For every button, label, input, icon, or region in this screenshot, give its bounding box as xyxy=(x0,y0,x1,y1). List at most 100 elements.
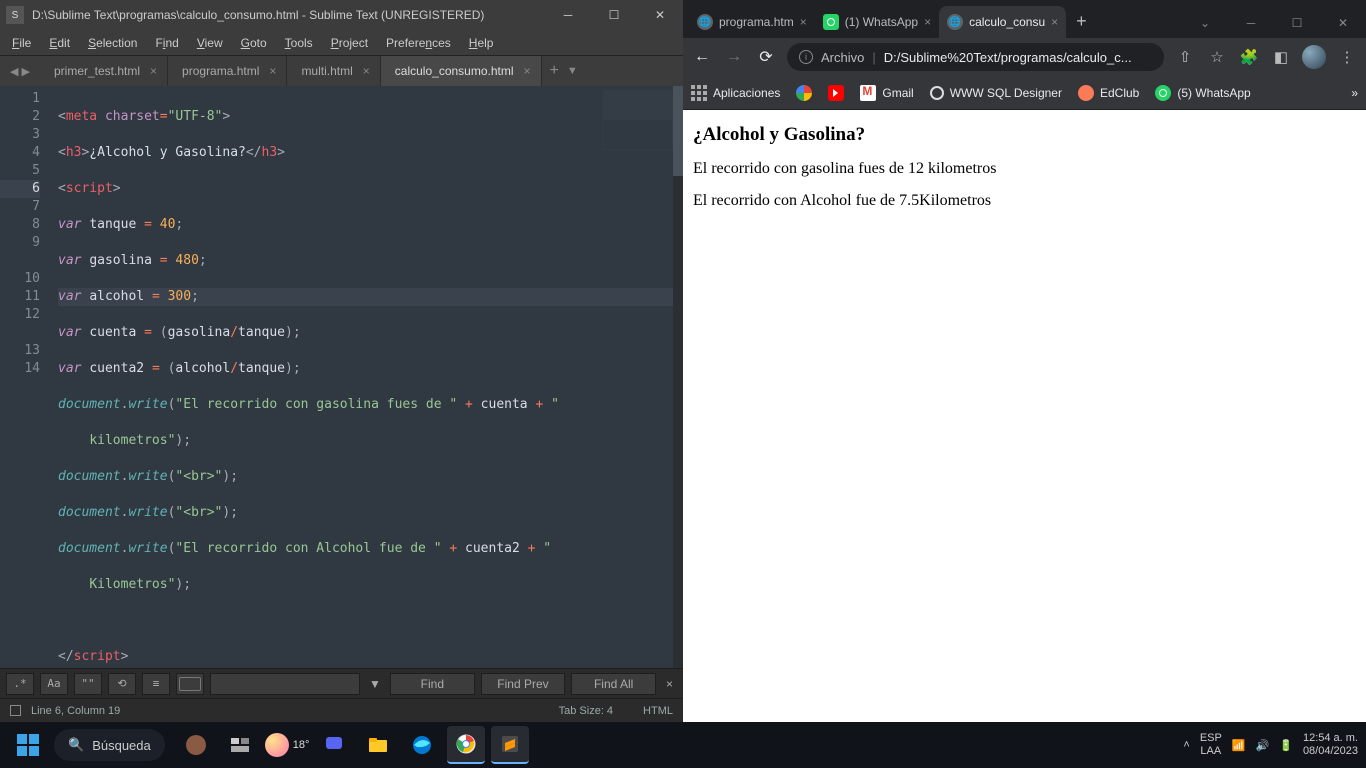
find-input[interactable] xyxy=(210,673,360,695)
bookmark-apps[interactable]: Aplicaciones xyxy=(691,85,780,101)
taskbar-file-explorer[interactable] xyxy=(359,726,397,764)
tab-dropdown-icon[interactable]: ▼ xyxy=(567,65,578,77)
bookmark-google[interactable] xyxy=(796,85,812,101)
extensions-icon[interactable]: 🧩 xyxy=(1238,48,1260,66)
find-regex-toggle[interactable]: .* xyxy=(6,673,34,695)
close-button[interactable]: ✕ xyxy=(637,0,683,30)
tab-close-icon[interactable]: × xyxy=(150,64,157,78)
menu-icon[interactable]: ⋮ xyxy=(1336,48,1358,66)
browser-tab-whatsapp[interactable]: (1) WhatsApp× xyxy=(815,6,939,38)
code-area[interactable]: <meta charset="UTF-8"> <h3>¿Alcohol y Ga… xyxy=(50,86,683,668)
find-history-dropdown[interactable]: ▼ xyxy=(366,677,384,691)
chevron-down-icon[interactable]: ⌄ xyxy=(1182,8,1228,38)
menu-preferences[interactable]: Preferences xyxy=(378,33,459,53)
find-all-button[interactable]: Find All xyxy=(571,673,656,695)
find-case-toggle[interactable]: Aa xyxy=(40,673,68,695)
wifi-icon[interactable]: 📶 xyxy=(1232,739,1246,752)
find-prev-button[interactable]: Find Prev xyxy=(481,673,566,695)
sublime-window: S D:\Sublime Text\programas\calculo_cons… xyxy=(0,0,683,722)
apps-grid-icon xyxy=(691,85,707,101)
chrome-titlebar[interactable]: 🌐programa.htm× (1) WhatsApp× 🌐calculo_co… xyxy=(683,0,1366,38)
maximize-button[interactable]: ☐ xyxy=(1274,8,1320,38)
tab-primer-test[interactable]: primer_test.html× xyxy=(40,56,168,86)
back-button[interactable]: ← xyxy=(691,48,713,66)
bookmark-edclub[interactable]: EdClub xyxy=(1078,85,1139,101)
menu-edit[interactable]: Edit xyxy=(41,33,78,53)
side-panel-icon[interactable]: ◧ xyxy=(1270,48,1292,66)
tab-programa[interactable]: programa.html× xyxy=(168,56,287,86)
minimize-button[interactable]: ─ xyxy=(545,0,591,30)
menu-file[interactable]: File xyxy=(4,33,39,53)
find-selection-toggle[interactable]: ≡ xyxy=(142,673,170,695)
new-tab-button[interactable]: + xyxy=(550,62,559,80)
gmail-icon xyxy=(860,85,876,101)
share-icon[interactable]: ⇧ xyxy=(1174,48,1196,66)
find-wrap-toggle[interactable]: ⟲ xyxy=(108,673,136,695)
taskbar-chat[interactable] xyxy=(315,726,353,764)
taskbar-search[interactable]: 🔍Búsqueda xyxy=(54,729,165,761)
tab-calculo-consumo[interactable]: calculo_consumo.html× xyxy=(381,56,542,86)
language-indicator[interactable]: ESPLAA xyxy=(1200,732,1222,758)
browser-tab-calculo[interactable]: 🌐calculo_consu× xyxy=(939,6,1066,38)
weather-widget[interactable]: 18° xyxy=(265,733,310,757)
address-bar[interactable]: i Archivo | D:/Sublime%20Text/programas/… xyxy=(787,43,1164,71)
page-line-1: El recorrido con gasolina fues de 12 kil… xyxy=(693,160,1356,178)
taskbar-edge[interactable] xyxy=(403,726,441,764)
tab-close-icon[interactable]: × xyxy=(924,15,931,29)
bookmark-whatsapp[interactable]: (5) WhatsApp xyxy=(1155,85,1250,101)
tab-close-icon[interactable]: × xyxy=(800,15,807,29)
chrome-window: 🌐programa.htm× (1) WhatsApp× 🌐calculo_co… xyxy=(683,0,1366,722)
menu-selection[interactable]: Selection xyxy=(80,33,145,53)
tab-close-icon[interactable]: × xyxy=(363,64,370,78)
bookmarks-overflow-icon[interactable]: » xyxy=(1351,86,1358,100)
tab-nav-arrows[interactable]: ◀ ▶ xyxy=(0,56,40,86)
browser-tab-programa[interactable]: 🌐programa.htm× xyxy=(689,6,815,38)
code-editor[interactable]: 1234567891011121314 <meta charset="UTF-8… xyxy=(0,86,683,668)
menu-view[interactable]: View xyxy=(189,33,231,53)
taskbar-sublime[interactable] xyxy=(491,726,529,764)
tab-close-icon[interactable]: × xyxy=(1051,15,1058,29)
menu-project[interactable]: Project xyxy=(323,33,376,53)
find-bar: .* Aa "" ⟲ ≡ ▼ Find Find Prev Find All × xyxy=(0,668,683,698)
taskbar-pinned-app[interactable] xyxy=(177,726,215,764)
site-info-icon[interactable]: i xyxy=(799,50,813,64)
taskbar-chrome[interactable] xyxy=(447,726,485,764)
bookmark-gmail[interactable]: Gmail xyxy=(860,85,913,101)
maximize-button[interactable]: ☐ xyxy=(591,0,637,30)
menu-tools[interactable]: Tools xyxy=(277,33,321,53)
find-highlight-toggle[interactable] xyxy=(176,673,204,695)
vertical-scrollbar[interactable] xyxy=(673,86,683,668)
close-button[interactable]: ✕ xyxy=(1320,8,1366,38)
start-button[interactable] xyxy=(8,725,48,765)
bookmark-star-icon[interactable]: ☆ xyxy=(1206,48,1228,66)
sidebar-toggle-icon[interactable] xyxy=(10,705,21,716)
menu-goto[interactable]: Goto xyxy=(233,33,275,53)
syntax-mode[interactable]: HTML xyxy=(643,705,673,717)
new-tab-button[interactable]: + xyxy=(1066,11,1097,38)
bookmark-sql-designer[interactable]: WWW SQL Designer xyxy=(930,86,1062,100)
tab-close-icon[interactable]: × xyxy=(524,64,531,78)
minimap[interactable] xyxy=(603,90,673,150)
sublime-titlebar[interactable]: S D:\Sublime Text\programas\calculo_cons… xyxy=(0,0,683,30)
tray-chevron-icon[interactable]: ˄ xyxy=(1183,739,1189,751)
tab-size[interactable]: Tab Size: 4 xyxy=(559,705,613,717)
task-view-button[interactable] xyxy=(221,726,259,764)
clock[interactable]: 12:54 a. m.08/04/2023 xyxy=(1303,732,1358,758)
find-button[interactable]: Find xyxy=(390,673,475,695)
menubar: File Edit Selection Find View Goto Tools… xyxy=(0,30,683,56)
forward-button[interactable]: → xyxy=(723,48,745,66)
menu-find[interactable]: Find xyxy=(147,33,186,53)
bookmark-youtube[interactable] xyxy=(828,85,844,101)
volume-icon[interactable]: 🔊 xyxy=(1256,739,1270,752)
reload-button[interactable]: ⟳ xyxy=(755,47,777,67)
find-whole-toggle[interactable]: "" xyxy=(74,673,102,695)
tab-bar: ◀ ▶ primer_test.html× programa.html× mul… xyxy=(0,56,683,86)
tab-close-icon[interactable]: × xyxy=(269,64,276,78)
battery-icon[interactable]: 🔋 xyxy=(1279,739,1293,752)
tab-multi[interactable]: multi.html× xyxy=(287,56,380,86)
find-close-button[interactable]: × xyxy=(662,677,677,691)
menu-help[interactable]: Help xyxy=(461,33,502,53)
scrollbar-thumb[interactable] xyxy=(673,86,683,176)
minimize-button[interactable]: ─ xyxy=(1228,8,1274,38)
profile-avatar[interactable] xyxy=(1302,45,1326,69)
